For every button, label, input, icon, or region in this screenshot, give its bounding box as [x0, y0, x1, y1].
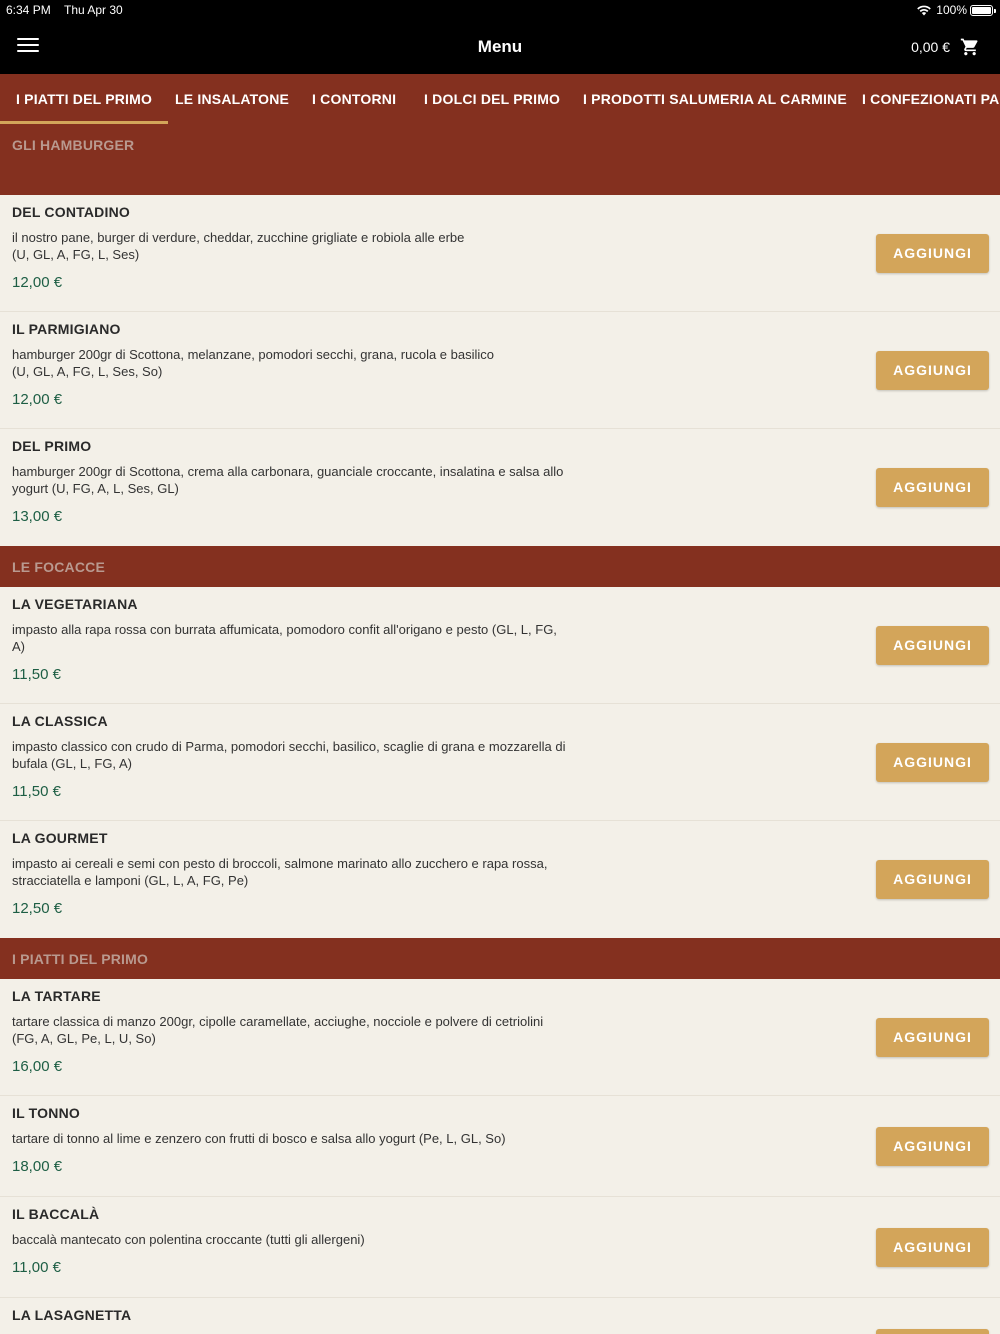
item-name: LA GOURMET: [12, 830, 108, 846]
section-header: LE FOCACCE: [0, 546, 1000, 587]
item-name: LA TARTARE: [12, 988, 101, 1004]
add-to-cart-button[interactable]: AGGIUNGI: [876, 351, 989, 390]
menu-item: IL PARMIGIANO hamburger 200gr di Scotton…: [0, 312, 1000, 429]
section-header: GLI HAMBURGER: [0, 124, 1000, 195]
item-name: DEL PRIMO: [12, 438, 92, 454]
add-to-cart-button[interactable]: AGGIUNGI: [876, 743, 989, 782]
add-to-cart-button[interactable]: AGGIUNGI: [876, 626, 989, 665]
status-bar: 6:34 PM Thu Apr 30 100%: [0, 0, 1000, 20]
item-name: IL PARMIGIANO: [12, 321, 121, 337]
add-to-cart-button[interactable]: AGGIUNGI: [876, 1329, 989, 1334]
menu-item: LA CLASSICA impasto classico con crudo d…: [0, 704, 1000, 821]
category-tabs: I PIATTI DEL PRIMO LE INSALATONE I CONTO…: [0, 74, 1000, 124]
page-title: Menu: [477, 37, 523, 56]
item-description: il nostro pane, burger di verdure, chedd…: [12, 230, 465, 262]
menu-item: LA VEGETARIANA impasto alla rapa rossa c…: [0, 587, 1000, 704]
tab-i-confezionati[interactable]: I CONFEZIONATI PAN: [846, 74, 1000, 124]
item-description: hamburger 200gr di Scottona, crema alla …: [12, 464, 564, 496]
add-to-cart-button[interactable]: AGGIUNGI: [876, 1228, 989, 1267]
battery-percentage: 100%: [936, 3, 967, 17]
item-description: tartare di tonno al lime e zenzero con f…: [12, 1131, 506, 1146]
menu-item: LA TARTARE tartare classica di manzo 200…: [0, 979, 1000, 1096]
top-navigation-bar: Menu 0,00 €: [0, 20, 1000, 74]
item-name: LA CLASSICA: [12, 713, 108, 729]
item-price: 13,00 €: [12, 508, 63, 525]
menu-item: LA GOURMET impasto ai cereali e semi con…: [0, 821, 1000, 938]
item-description: impasto classico con crudo di Parma, pom…: [12, 739, 566, 771]
add-to-cart-button[interactable]: AGGIUNGI: [876, 234, 989, 273]
wifi-icon: [917, 5, 931, 16]
item-price: 12,00 €: [12, 391, 63, 408]
battery-icon: [970, 5, 996, 16]
status-date: Thu Apr 30: [64, 3, 123, 17]
item-price: 12,00 €: [12, 274, 63, 291]
item-description: impasto alla rapa rossa con burrata affu…: [12, 622, 557, 654]
section-header: I PIATTI DEL PRIMO: [0, 938, 1000, 979]
item-price: 12,50 €: [12, 900, 63, 917]
menu-item: DEL PRIMO hamburger 200gr di Scottona, c…: [0, 429, 1000, 546]
item-name: IL TONNO: [12, 1105, 80, 1121]
shopping-cart-icon[interactable]: [960, 37, 980, 57]
add-to-cart-button[interactable]: AGGIUNGI: [876, 1127, 989, 1166]
add-to-cart-button[interactable]: AGGIUNGI: [876, 468, 989, 507]
tab-i-prodotti-salumeria[interactable]: I PRODOTTI SALUMERIA AL CARMINE: [567, 74, 863, 124]
tab-i-contorni[interactable]: I CONTORNI: [296, 74, 412, 124]
item-description: hamburger 200gr di Scottona, melanzane, …: [12, 347, 494, 379]
item-price: 11,50 €: [12, 783, 61, 800]
item-name: LA LASAGNETTA: [12, 1307, 132, 1323]
item-name: IL BACCALÀ: [12, 1206, 100, 1222]
menu-item: LA LASAGNETTA AGGIUNGI: [0, 1298, 1000, 1334]
item-price: 18,00 €: [12, 1158, 63, 1175]
add-to-cart-button[interactable]: AGGIUNGI: [876, 860, 989, 899]
menu-item: IL TONNO tartare di tonno al lime e zenz…: [0, 1096, 1000, 1197]
item-description: baccalà mantecato con polentina croccant…: [12, 1232, 365, 1247]
item-price: 11,00 €: [12, 1259, 61, 1276]
item-price: 16,00 €: [12, 1058, 63, 1075]
item-description: tartare classica di manzo 200gr, cipolle…: [12, 1014, 544, 1046]
tab-i-piatti-del-primo[interactable]: I PIATTI DEL PRIMO: [0, 74, 169, 124]
cart-total[interactable]: 0,00 €: [911, 39, 950, 55]
status-time: 6:34 PM: [6, 3, 51, 17]
item-name: DEL CONTADINO: [12, 204, 130, 220]
item-description: impasto ai cereali e semi con pesto di b…: [12, 856, 548, 888]
tab-le-insalatone[interactable]: LE INSALATONE: [159, 74, 305, 124]
item-name: LA VEGETARIANA: [12, 596, 138, 612]
menu-item: DEL CONTADINO il nostro pane, burger di …: [0, 195, 1000, 312]
add-to-cart-button[interactable]: AGGIUNGI: [876, 1018, 989, 1057]
menu-item: IL BACCALÀ baccalà mantecato con polenti…: [0, 1197, 1000, 1298]
item-price: 11,50 €: [12, 666, 61, 683]
tab-i-dolci-del-primo[interactable]: I DOLCI DEL PRIMO: [408, 74, 576, 124]
menu-list[interactable]: GLI HAMBURGER DEL CONTADINO il nostro pa…: [0, 124, 1000, 1334]
